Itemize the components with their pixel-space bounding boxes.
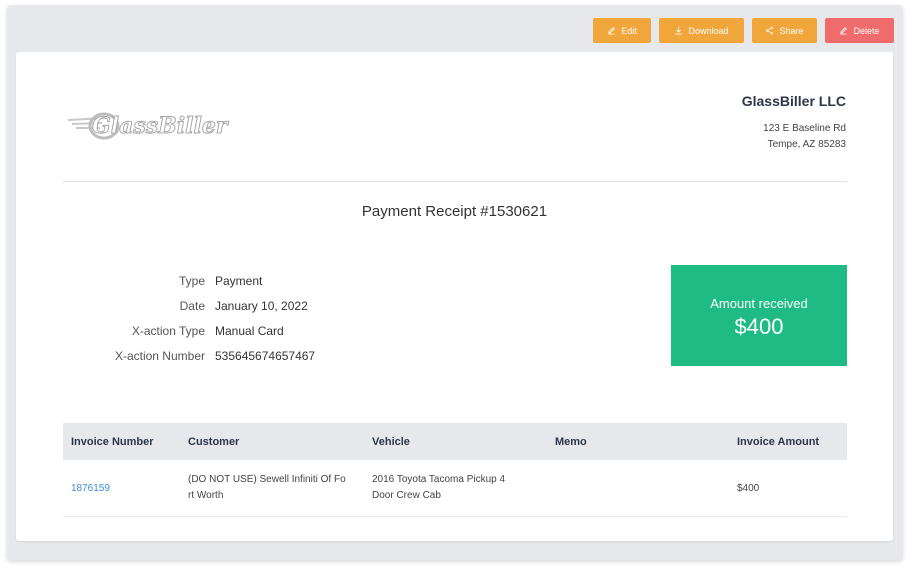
delete-button-label: Delete [853,25,880,36]
pencil-icon [840,27,848,35]
download-icon [675,26,683,35]
amount-received-value: $400 [734,314,784,339]
detail-row-xaction-type: X-action Type Manual Card [76,318,315,343]
receipt-details: Type Payment Date January 10, 2022 X-act… [76,268,315,368]
edit-button-label: Edit [621,25,637,36]
header-invoice-number: Invoice Number [71,435,154,448]
invoice-table: Invoice Number Customer Vehicle Memo Inv… [63,423,847,517]
detail-value: Manual Card [215,323,284,338]
detail-value: January 10, 2022 [215,298,308,313]
company-address-line1: 123 E Baseline Rd [763,123,846,134]
share-icon [766,26,774,35]
detail-label: X-action Number [114,348,205,363]
vehicle-line1: 2016 Toyota Tacoma Pickup 4 [372,474,506,485]
customer-cell: (DO NOT USE) Sewell Infiniti Of Fo rt Wo… [180,472,364,504]
download-button[interactable]: Download [659,18,744,43]
customer-line1: (DO NOT USE) Sewell Infiniti Of Fo [188,474,346,485]
table-row: 1876159 (DO NOT USE) Sewell Infiniti Of … [63,460,847,517]
delete-button[interactable]: Delete [825,18,894,43]
detail-row-date: Date January 10, 2022 [76,293,315,318]
header-customer: Customer [188,435,240,448]
detail-label: Date [179,298,205,313]
glassbiller-logo: GlassBiller [67,112,229,140]
pencil-icon [608,27,616,35]
header-memo: Memo [555,435,587,448]
vehicle-line2: Door Crew Cab [372,490,441,501]
page-container: Edit Download Share Delete GlassBiller G… [7,5,903,560]
divider [63,181,847,182]
table-header: Invoice Number Customer Vehicle Memo Inv… [63,423,847,460]
download-button-label: Download [688,25,729,36]
invoice-amount-cell: $400 [737,482,760,494]
receipt-title: Payment Receipt #1530621 [361,203,548,220]
invoice-number-link[interactable]: 1876159 [71,483,110,494]
detail-label: Type [178,273,205,288]
detail-value: Payment [215,273,263,288]
detail-value: 535645674657467 [215,348,316,363]
header-vehicle: Vehicle [372,435,410,448]
amount-received-box: Amount received $400 [671,265,847,366]
vehicle-cell: 2016 Toyota Tacoma Pickup 4 Door Crew Ca… [364,472,547,504]
receipt-card: GlassBiller GlassBiller LLC 123 E Baseli… [16,52,893,541]
detail-row-type: Type Payment [76,268,315,293]
logo-text: GlassBiller [92,113,229,139]
company-address-line2: Tempe, AZ 85283 [767,139,846,150]
amount-received-label: Amount received [710,296,808,311]
detail-row-xaction-number: X-action Number 535645674657467 [76,343,315,368]
customer-line2: rt Worth [188,490,224,501]
share-button-label: Share [779,25,804,36]
share-button[interactable]: Share [752,18,817,43]
header-invoice-amount: Invoice Amount [737,435,820,448]
company-name: GlassBiller LLC [741,93,846,109]
edit-button[interactable]: Edit [593,18,651,43]
company-info: GlassBiller LLC 123 E Baseline Rd Tempe,… [742,93,846,153]
detail-label: X-action Type [131,323,205,338]
